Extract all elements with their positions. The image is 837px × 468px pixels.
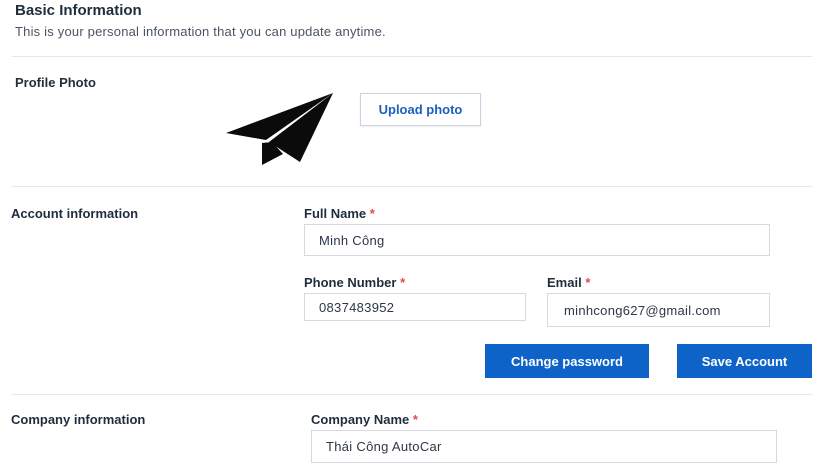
required-marker: * xyxy=(400,275,406,290)
required-marker: * xyxy=(369,206,375,221)
email-value: minhcong627@gmail.com xyxy=(564,302,721,318)
phone-number-input[interactable]: 0837483952 xyxy=(304,293,526,321)
page-title: Basic Information xyxy=(15,2,142,19)
company-information-label: Company information xyxy=(11,412,146,427)
account-information-label: Account information xyxy=(11,206,139,221)
save-account-button[interactable]: Save Account xyxy=(677,344,812,378)
email-label-text: Email xyxy=(547,275,582,290)
email-label: Email * xyxy=(547,275,590,290)
required-marker: * xyxy=(585,275,591,290)
phone-number-label-text: Phone Number xyxy=(304,275,397,290)
company-name-input[interactable]: Thái Công AutoCar xyxy=(311,430,777,463)
full-name-label-text: Full Name xyxy=(304,206,367,221)
divider-header xyxy=(12,56,812,57)
profile-photo-label: Profile Photo xyxy=(15,75,96,90)
divider-profile xyxy=(12,186,812,187)
phone-number-value: 0837483952 xyxy=(319,299,395,315)
paper-plane-icon xyxy=(225,92,335,167)
email-input[interactable]: minhcong627@gmail.com xyxy=(547,293,770,327)
phone-number-label: Phone Number * xyxy=(304,275,405,290)
full-name-input[interactable]: Minh Công xyxy=(304,224,770,256)
page-subtitle: This is your personal information that y… xyxy=(15,24,386,39)
full-name-label: Full Name * xyxy=(304,206,375,221)
company-name-label: Company Name * xyxy=(311,412,418,427)
change-password-button[interactable]: Change password xyxy=(485,344,649,378)
required-marker: * xyxy=(412,412,418,427)
company-name-label-text: Company Name xyxy=(311,412,410,427)
divider-account xyxy=(12,394,812,395)
upload-photo-button[interactable]: Upload photo xyxy=(360,93,481,126)
full-name-value: Minh Công xyxy=(319,232,385,248)
company-name-value: Thái Công AutoCar xyxy=(326,439,442,454)
